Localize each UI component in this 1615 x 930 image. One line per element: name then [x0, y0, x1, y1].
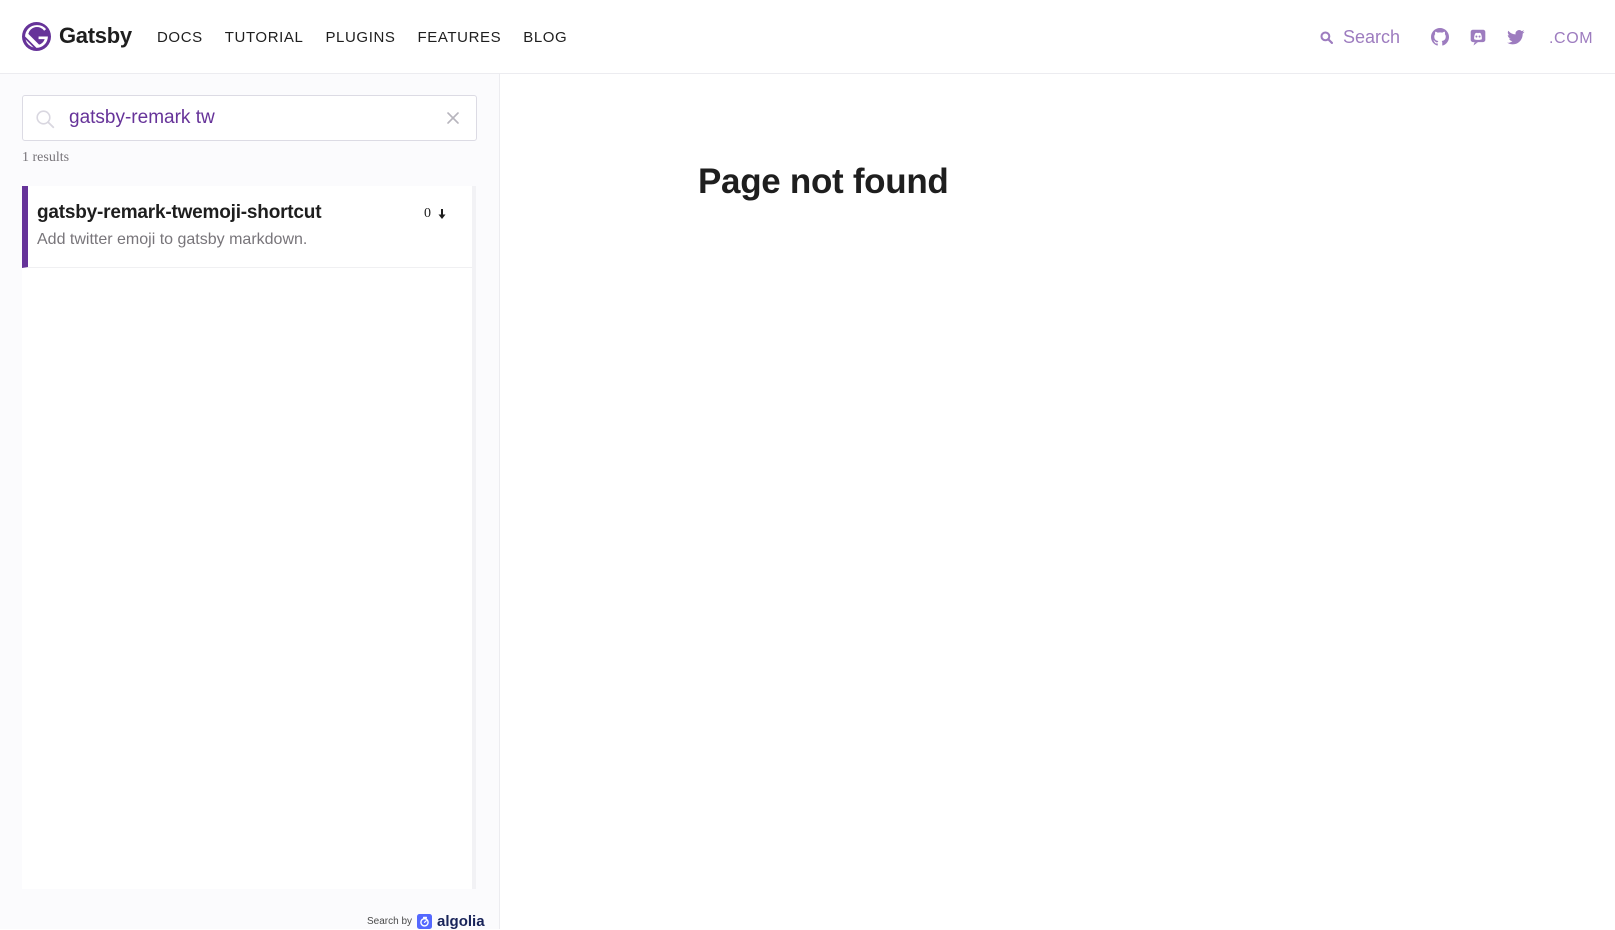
social-links	[1431, 28, 1525, 46]
brand-name: Gatsby	[59, 23, 132, 48]
github-icon[interactable]	[1431, 28, 1449, 46]
gatsby-logo-link[interactable]: Gatsby	[22, 20, 132, 52]
nav-features[interactable]: FEATURES	[418, 29, 502, 46]
main-content: Page not found	[500, 74, 1615, 929]
arrow-down-icon	[437, 208, 447, 220]
search-by-algolia-link[interactable]: Search by algolia	[367, 913, 485, 930]
gatsby-com-link[interactable]: .COM	[1549, 30, 1593, 48]
gatsby-logo-icon	[22, 21, 51, 51]
header-search-label: Search	[1343, 26, 1401, 47]
results-scrollbar[interactable]	[472, 186, 476, 889]
algolia-name: algolia	[437, 913, 485, 930]
search-results-list: gatsby-remark-twemoji-shortcut Add twitt…	[22, 186, 472, 889]
nav-tutorial[interactable]: TUTORIAL	[225, 29, 304, 46]
plugin-search-sidebar: 1 results gatsby-remark-twemoji-shortcut…	[0, 74, 500, 930]
results-count: 1 results	[22, 150, 70, 165]
header-search[interactable]: Search	[1320, 25, 1400, 49]
nav-plugins[interactable]: PLUGINS	[325, 29, 395, 46]
algolia-logo-icon	[417, 914, 433, 929]
main-nav: DOCS TUTORIAL PLUGINS FEATURES BLOG	[157, 29, 567, 46]
site-header: Gatsby DOCS TUTORIAL PLUGINS FEATURES BL…	[0, 0, 1615, 74]
page-title: Page not found	[698, 162, 949, 201]
nav-blog[interactable]: BLOG	[523, 29, 567, 46]
result-downloads: 0	[424, 206, 447, 222]
download-count: 0	[424, 206, 431, 221]
nav-docs[interactable]: DOCS	[157, 29, 203, 46]
result-description: Add twitter emoji to gatsby markdown.	[37, 231, 308, 248]
search-icon	[35, 109, 55, 129]
search-icon	[1320, 30, 1333, 44]
result-title: gatsby-remark-twemoji-shortcut	[37, 202, 322, 223]
search-result-item[interactable]: gatsby-remark-twemoji-shortcut Add twitt…	[22, 186, 472, 268]
discord-icon[interactable]	[1469, 28, 1487, 46]
algolia-prefix: Search by	[367, 916, 413, 927]
twitter-icon[interactable]	[1507, 28, 1525, 46]
clear-search-icon[interactable]	[445, 110, 461, 126]
plugin-search-input[interactable]	[69, 96, 419, 140]
plugin-search-box	[22, 95, 477, 141]
